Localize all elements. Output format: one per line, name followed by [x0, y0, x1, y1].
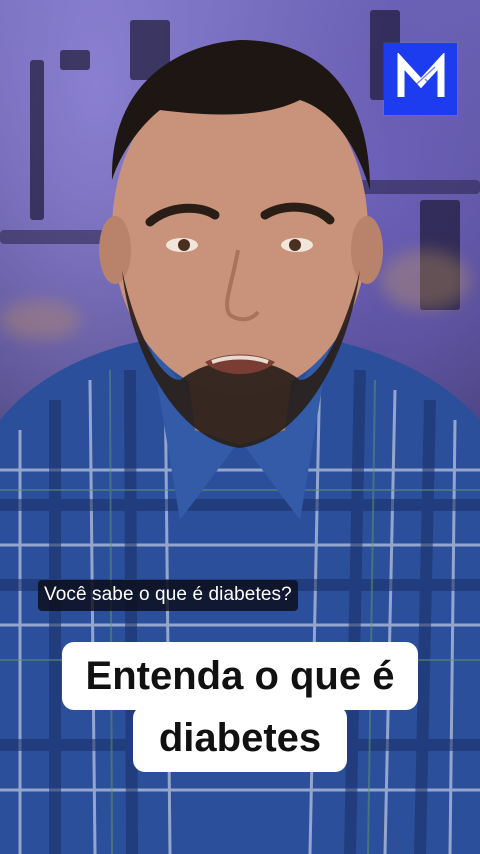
subtitle-caption: Você sabe o que é diabetes? — [38, 580, 298, 611]
video-frame: Você sabe o que é diabetes? Entenda o qu… — [0, 0, 480, 854]
headline-overlay: Entenda o que é diabetes — [0, 642, 480, 772]
brand-logo — [384, 43, 457, 115]
headline-line-2: diabetes — [132, 706, 348, 772]
headline-line-1: Entenda o que é — [61, 642, 419, 710]
m-logo-icon — [397, 53, 444, 97]
